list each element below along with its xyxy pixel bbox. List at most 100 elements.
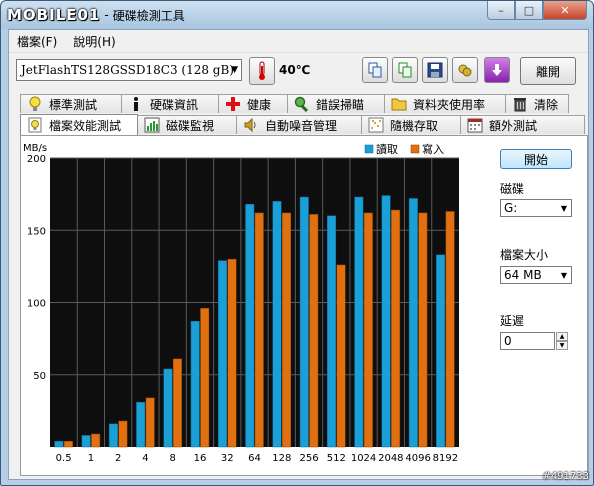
tab-benchmark[interactable]: 標準測試 (20, 94, 122, 113)
y-tick-label: 150 (27, 226, 46, 237)
tab-erase[interactable]: 清除 (505, 94, 569, 113)
y-tick-label: 200 (27, 154, 46, 165)
bar-read (381, 195, 391, 448)
tab-disk-info[interactable]: 硬碟資訊 (121, 94, 219, 113)
chevron-down-icon: ▼ (231, 65, 238, 75)
bar-read (54, 440, 64, 448)
menu-file[interactable]: 檔案(F) (9, 30, 65, 52)
bar-read (81, 435, 91, 448)
drive-select-value: JetFlashTS128GSSD18C3 (128 gB) (21, 63, 234, 77)
legend-swatch (364, 144, 374, 154)
bar-read (217, 260, 227, 448)
settings-panel: 開始 磁碟 G: ▼ 檔案大小 64 MB ▼ 延遲 0 ▲ ▼ (487, 136, 587, 475)
y-tick-label: 50 (33, 371, 46, 382)
bar-write (91, 433, 101, 448)
tab-label: 錯誤掃瞄 (316, 97, 365, 112)
save-icon (427, 62, 443, 78)
tab-folder-usage[interactable]: 資料夾使用率 (384, 94, 506, 113)
info-icon (128, 96, 144, 112)
tab-random-access[interactable]: 隨機存取 (361, 115, 461, 134)
legend-label: 讀取 (376, 142, 398, 156)
bar-write (254, 212, 264, 448)
filesize-select[interactable]: 64 MB ▼ (500, 266, 572, 284)
x-tick-label: 16 (194, 453, 207, 464)
tab-label: 清除 (534, 97, 559, 112)
x-tick-label: 32 (221, 453, 234, 464)
tab-disk-monitor[interactable]: 磁碟監視 (137, 115, 237, 134)
save-button[interactable] (422, 57, 448, 83)
bar-write (445, 211, 455, 448)
filesize-select-value: 64 MB (504, 268, 542, 282)
thermometer-icon (259, 61, 265, 80)
minimize-button[interactable]: – (487, 1, 515, 20)
screenshot-button[interactable] (452, 57, 478, 83)
bar-read (272, 201, 282, 448)
client-area: 檔案(F) 說明(H) JetFlashTS128GSSD18C3 (128 g… (8, 29, 589, 480)
bar-write (227, 258, 237, 448)
download-button[interactable] (484, 57, 510, 83)
trash-icon (512, 96, 528, 112)
tab-label: 硬碟資訊 (150, 97, 199, 112)
bar-write (145, 397, 155, 448)
x-tick-label: 1024 (351, 453, 376, 464)
x-tick-label: 128 (272, 453, 291, 464)
delay-input[interactable]: 0 (500, 332, 555, 350)
maximize-button[interactable]: □ (515, 1, 543, 20)
tab-label: 資料夾使用率 (413, 97, 486, 112)
exit-button[interactable]: 離開 (520, 57, 576, 85)
chevron-down-icon: ▼ (560, 204, 567, 213)
bar-read (245, 203, 255, 448)
title-separator: - (104, 8, 109, 22)
bar-read (190, 321, 200, 448)
delay-input-value: 0 (504, 334, 512, 348)
bar-write (336, 264, 346, 448)
copy-report-button[interactable] (392, 57, 418, 83)
copy-button[interactable] (362, 57, 388, 83)
x-tick-label: 8192 (433, 453, 458, 464)
tab-extra-tests[interactable]: 額外測試 (460, 115, 585, 134)
menu-help[interactable]: 說明(H) (65, 30, 123, 52)
x-tick-label: 2 (115, 453, 121, 464)
app-title: 硬碟檢測工具 (112, 8, 185, 23)
delay-stepper: ▲ ▼ (556, 332, 568, 350)
health-cross-icon (225, 96, 241, 112)
copy-report-icon (398, 62, 412, 78)
x-tick-label: 0.5 (56, 453, 72, 464)
magnifier-icon (294, 96, 310, 112)
bar-write (200, 308, 210, 448)
bar-read (299, 196, 309, 448)
lightbulb-icon (27, 96, 43, 112)
tab-health[interactable]: 健康 (218, 94, 288, 113)
disk-label: 磁碟 (500, 182, 525, 196)
legend-label: 寫入 (422, 142, 444, 156)
thermometer-button[interactable] (249, 57, 275, 85)
x-tick-label: 8 (170, 453, 176, 464)
tab-label: 隨機存取 (390, 118, 439, 133)
bar-write (172, 358, 182, 448)
bar-read (436, 254, 446, 448)
tab-noise-management[interactable]: 自動噪音管理 (236, 115, 362, 134)
bar-write (63, 440, 73, 448)
app-logo: MOBILE01 (7, 6, 101, 24)
bar-read (354, 196, 364, 448)
speaker-icon (243, 117, 259, 133)
app-window: MOBILE01 - 硬碟檢測工具 – □ ✕ 檔案(F) 說明(H) JetF… (0, 0, 594, 486)
x-tick-label: 64 (248, 453, 261, 464)
calendar-icon (467, 117, 483, 133)
bar-read (327, 215, 337, 448)
bar-write (418, 212, 428, 448)
start-button[interactable]: 開始 (500, 149, 572, 169)
scatter-icon (368, 117, 384, 133)
stepper-down-button[interactable]: ▼ (556, 341, 568, 350)
bar-read (163, 368, 173, 448)
title-bar[interactable]: MOBILE01 - 硬碟檢測工具 – □ ✕ (1, 1, 593, 29)
screenshot-icon (458, 64, 472, 77)
stepper-up-button[interactable]: ▲ (556, 332, 568, 341)
close-button[interactable]: ✕ (543, 1, 587, 20)
tab-label: 健康 (247, 97, 272, 112)
bar-write (118, 420, 128, 448)
disk-select[interactable]: G: ▼ (500, 199, 572, 217)
tab-error-scan[interactable]: 錯誤掃瞄 (287, 94, 385, 113)
tab-file-benchmark[interactable]: 檔案效能測試 (20, 114, 138, 135)
drive-select[interactable]: JetFlashTS128GSSD18C3 (128 gB) ▼ (16, 59, 242, 81)
